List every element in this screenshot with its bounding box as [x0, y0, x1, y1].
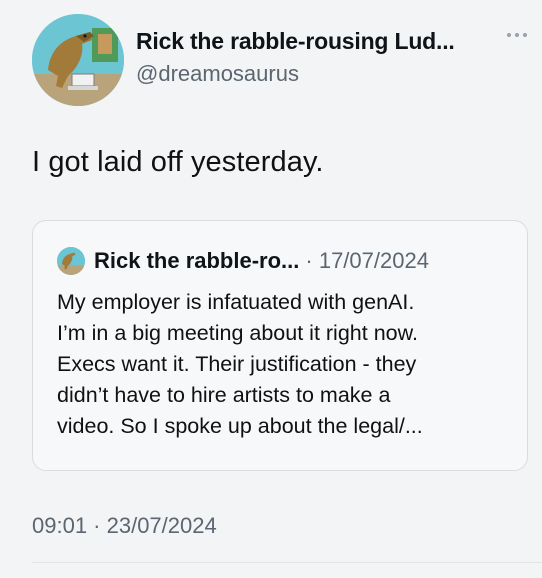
- more-options-icon[interactable]: [505, 30, 529, 40]
- quoted-tweet-date: · 17/07/2024: [305, 248, 429, 273]
- tweet-text: I got laid off yesterday.: [32, 146, 324, 178]
- dinosaur-avatar-icon: [32, 14, 124, 106]
- author-display-name[interactable]: Rick the rabble-rousing Lud...: [136, 28, 455, 55]
- author-names: Rick the rabble-rousing Lud... @dreamosa…: [136, 28, 455, 87]
- quoted-tweet-body: My employer is infatuated with genAI. I’…: [57, 290, 423, 438]
- author-avatar[interactable]: [32, 14, 124, 106]
- quoted-author-avatar: [57, 247, 85, 275]
- quoted-tweet-header: Rick the rabble-ro... · 17/07/2024: [57, 247, 429, 275]
- divider: [32, 562, 542, 563]
- dinosaur-avatar-icon: [57, 247, 85, 275]
- tweet-timestamp[interactable]: 09:01 · 23/07/2024: [32, 513, 217, 539]
- author-handle[interactable]: @dreamosaurus: [136, 61, 455, 87]
- tweet-header: Rick the rabble-rousing Lud... @dreamosa…: [32, 14, 532, 106]
- quoted-tweet-card[interactable]: Rick the rabble-ro... · 17/07/2024 My em…: [32, 220, 528, 471]
- quoted-author-name: Rick the rabble-ro...: [94, 248, 300, 273]
